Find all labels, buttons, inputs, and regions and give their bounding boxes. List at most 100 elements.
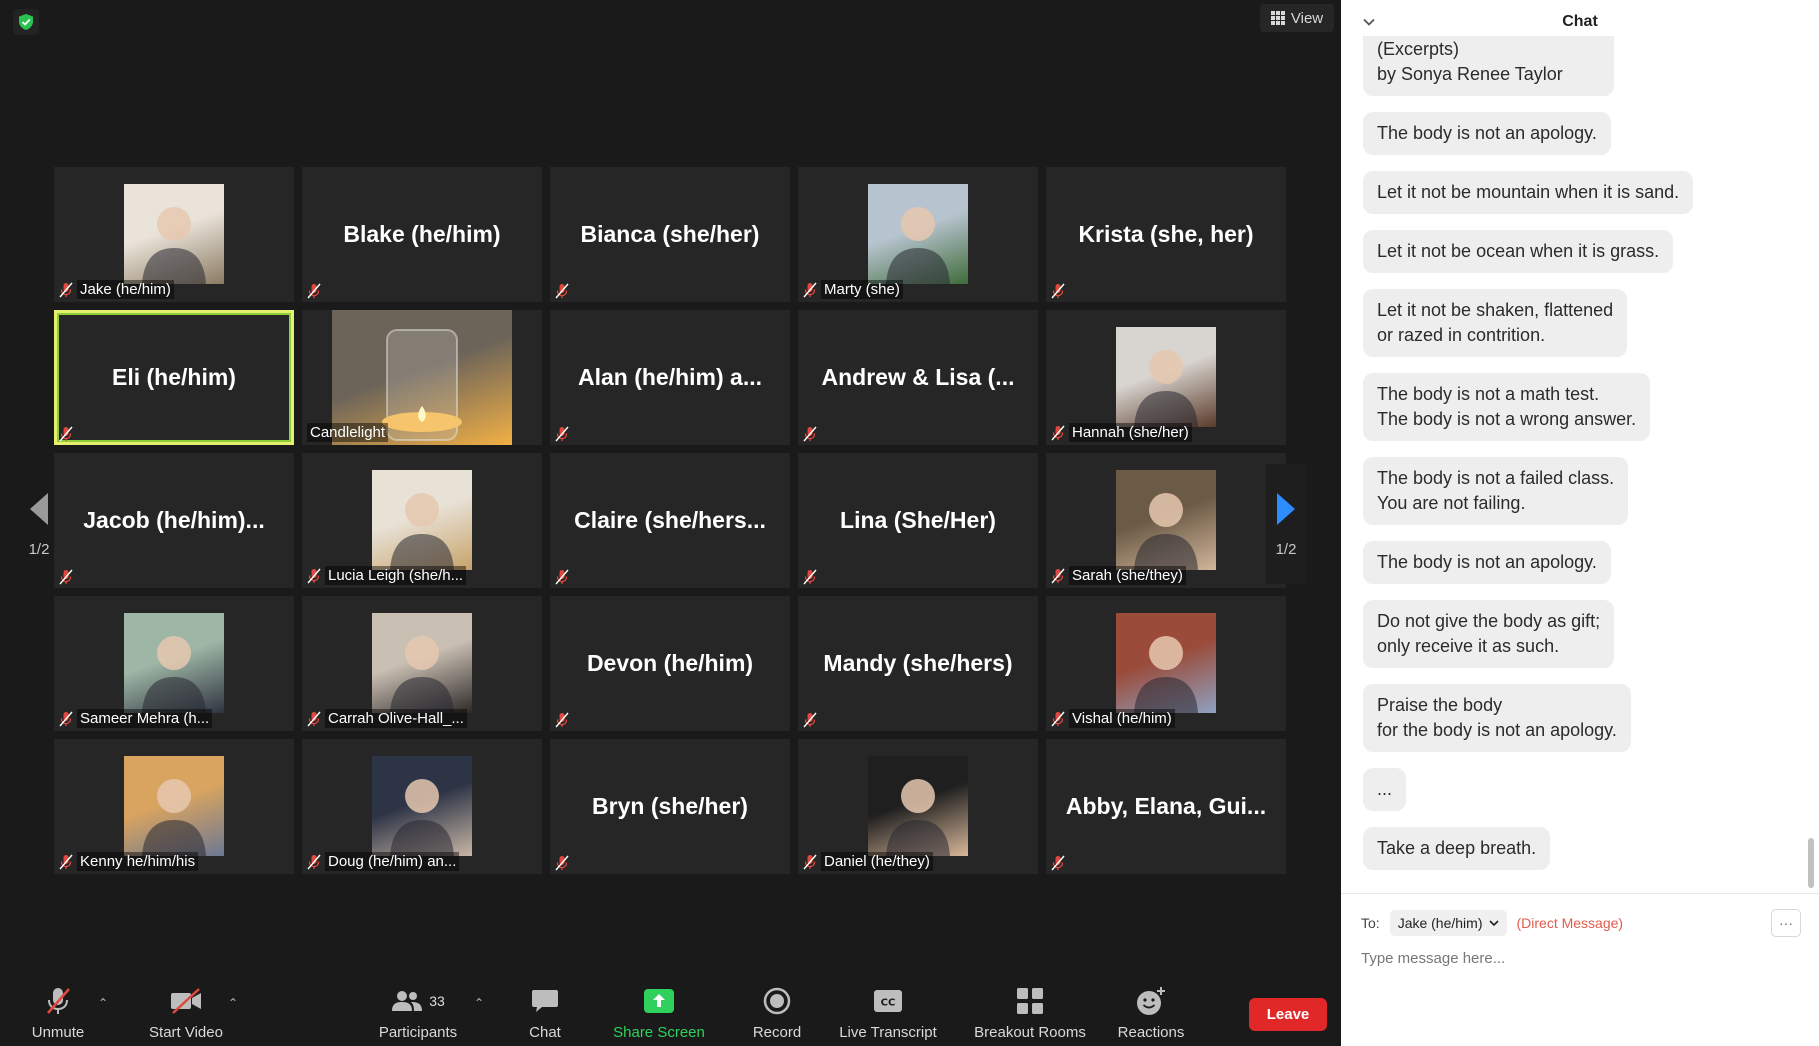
- chat-panel: Chat First, a poem or, fragments of a po…: [1341, 0, 1819, 1046]
- microphone-muted-icon: [47, 988, 70, 1014]
- chat-button[interactable]: Chat: [520, 986, 570, 1042]
- record-icon: [763, 987, 791, 1015]
- participants-label: Participants: [378, 1024, 458, 1041]
- participant-name: Krista (she, her): [1078, 221, 1254, 247]
- participant-name: Jacob (he/him)...: [83, 507, 265, 533]
- participant-tile[interactable]: Carrah Olive-Hall_...: [302, 596, 542, 731]
- participant-tile[interactable]: Alan (he/him) a...: [550, 310, 790, 445]
- participant-tile[interactable]: Jacob (he/him)...: [54, 453, 294, 588]
- chat-message-bubble: ...: [1363, 768, 1407, 811]
- recipient-select[interactable]: Jake (he/him): [1389, 910, 1507, 936]
- chat-message: The body is not an apology.: [1363, 541, 1783, 600]
- participant-tile[interactable]: Eli (he/him): [54, 310, 294, 445]
- participant-tile[interactable]: Andrew & Lisa (...: [798, 310, 1038, 445]
- share-screen-icon: [644, 989, 674, 1013]
- chat-message-bubble: Do not give the body as gift; only recei…: [1363, 600, 1615, 668]
- previous-page-button[interactable]: 1/2: [19, 464, 59, 584]
- microphone-muted-icon: [803, 854, 817, 869]
- participant-tile[interactable]: Lucia Leigh (she/h...: [302, 453, 542, 588]
- participant-tile[interactable]: Jake (he/him): [54, 167, 294, 302]
- start-video-button[interactable]: Start Video: [140, 986, 232, 1042]
- participant-name-display: Alan (he/him) a...: [550, 310, 790, 445]
- participant-tile[interactable]: Vishal (he/him): [1046, 596, 1286, 731]
- participant-tile[interactable]: Lina (She/Her): [798, 453, 1038, 588]
- next-page-button[interactable]: 1/2: [1266, 464, 1306, 584]
- chat-message-bubble: The Body is Not An Apology (Excerpts) by…: [1363, 36, 1615, 96]
- chat-message-bubble: Let it not be ocean when it is grass.: [1363, 230, 1674, 273]
- participant-name: Mandy (she/hers): [823, 650, 1013, 676]
- participant-tile[interactable]: Bryn (she/her): [550, 739, 790, 874]
- participants-button[interactable]: 33 Participants: [366, 986, 470, 1042]
- chevron-down-icon: [1488, 920, 1499, 927]
- chat-message-bubble: Praise the body for the body is not an a…: [1363, 684, 1631, 752]
- participant-tile[interactable]: Abby, Elana, Gui...: [1046, 739, 1286, 874]
- microphone-muted-icon: [803, 282, 817, 297]
- participant-tile[interactable]: Bianca (she/her): [550, 167, 790, 302]
- participant-tile[interactable]: Sameer Mehra (h...: [54, 596, 294, 731]
- more-options-button[interactable]: ···: [1771, 909, 1801, 937]
- chat-scrollbar-thumb[interactable]: [1808, 838, 1814, 888]
- participant-tile[interactable]: Hannah (she/her): [1046, 310, 1286, 445]
- participant-tile[interactable]: Claire (she/hers...: [550, 453, 790, 588]
- participant-tile[interactable]: Mandy (she/hers): [798, 596, 1038, 731]
- microphone-muted-icon: [555, 569, 569, 585]
- breakout-rooms-icon: [1017, 988, 1043, 1014]
- participant-muted-indicator: [803, 426, 817, 442]
- chat-message: Let it not be mountain when it is sand.: [1363, 171, 1783, 230]
- participant-name: Sarah (she/they): [1069, 566, 1186, 585]
- participant-name: Kenny he/him/his: [77, 852, 199, 871]
- live-transcript-button[interactable]: CC Live Transcript: [836, 986, 940, 1042]
- participants-options-chevron-up-icon[interactable]: ⌃: [474, 996, 484, 1010]
- page-indicator-right: 1/2: [1275, 540, 1297, 558]
- reactions-button[interactable]: Reactions: [1114, 986, 1188, 1042]
- chat-bubble-icon: [532, 990, 558, 1012]
- participant-tile[interactable]: Daniel (he/they): [798, 739, 1038, 874]
- microphone-muted-icon: [555, 426, 569, 442]
- security-shield-icon[interactable]: [13, 9, 39, 35]
- participant-name: Lina (She/Her): [840, 507, 996, 533]
- participant-tile[interactable]: Devon (he/him): [550, 596, 790, 731]
- participant-muted-indicator: [555, 426, 569, 442]
- view-button[interactable]: View: [1260, 4, 1334, 32]
- participant-tile[interactable]: Sarah (she/they): [1046, 453, 1286, 588]
- chat-messages[interactable]: First, a poem or, fragments of a poem.Th…: [1363, 36, 1783, 886]
- participant-tile[interactable]: Marty (she): [798, 167, 1038, 302]
- participant-label: Carrah Olive-Hall_...: [307, 709, 467, 728]
- participant-muted-indicator: [555, 712, 569, 728]
- video-options-chevron-up-icon[interactable]: ⌃: [228, 996, 238, 1010]
- chevron-down-icon[interactable]: [1361, 14, 1377, 30]
- woman-glasses-photo: [372, 470, 472, 570]
- chat-message-bubble: Take a deep breath.: [1363, 827, 1551, 870]
- microphone-muted-icon: [1051, 568, 1065, 583]
- participants-icon: [392, 991, 423, 1011]
- unmute-button[interactable]: Unmute: [22, 986, 94, 1042]
- microphone-muted-icon: [555, 283, 569, 299]
- chat-message-input[interactable]: [1361, 945, 1791, 971]
- participant-tile[interactable]: Candlelight: [302, 310, 542, 445]
- participants-count: 33: [429, 993, 445, 1009]
- share-screen-button[interactable]: Share Screen: [610, 986, 708, 1042]
- reactions-label: Reactions: [1117, 1024, 1185, 1041]
- participant-name: Candlelight: [307, 423, 389, 442]
- participant-tile[interactable]: Blake (he/him): [302, 167, 542, 302]
- direct-message-label: (Direct Message): [1516, 915, 1624, 931]
- chat-message: Let it not be shaken, flattened or razed…: [1363, 289, 1783, 373]
- closed-caption-icon: CC: [874, 990, 902, 1012]
- participant-tile[interactable]: Kenny he/him/his: [54, 739, 294, 874]
- participant-tile[interactable]: Krista (she, her): [1046, 167, 1286, 302]
- woman-bookshelf-photo: [1116, 470, 1216, 570]
- participant-muted-indicator: [59, 426, 73, 442]
- participant-tile[interactable]: Doug (he/him) an...: [302, 739, 542, 874]
- microphone-muted-icon: [555, 855, 569, 871]
- ermine-photo: [124, 184, 224, 284]
- leave-button[interactable]: Leave: [1249, 998, 1327, 1031]
- participant-muted-indicator: [1051, 283, 1065, 299]
- breakout-rooms-button[interactable]: Breakout Rooms: [966, 986, 1094, 1042]
- participant-name-display: Krista (she, her): [1046, 167, 1286, 302]
- record-button[interactable]: Record: [750, 986, 804, 1042]
- audio-options-chevron-up-icon[interactable]: ⌃: [98, 996, 108, 1010]
- chat-label: Chat: [529, 1024, 561, 1041]
- to-label: To:: [1361, 915, 1380, 931]
- unmute-label: Unmute: [31, 1024, 85, 1041]
- participant-name: Marty (she): [821, 280, 903, 299]
